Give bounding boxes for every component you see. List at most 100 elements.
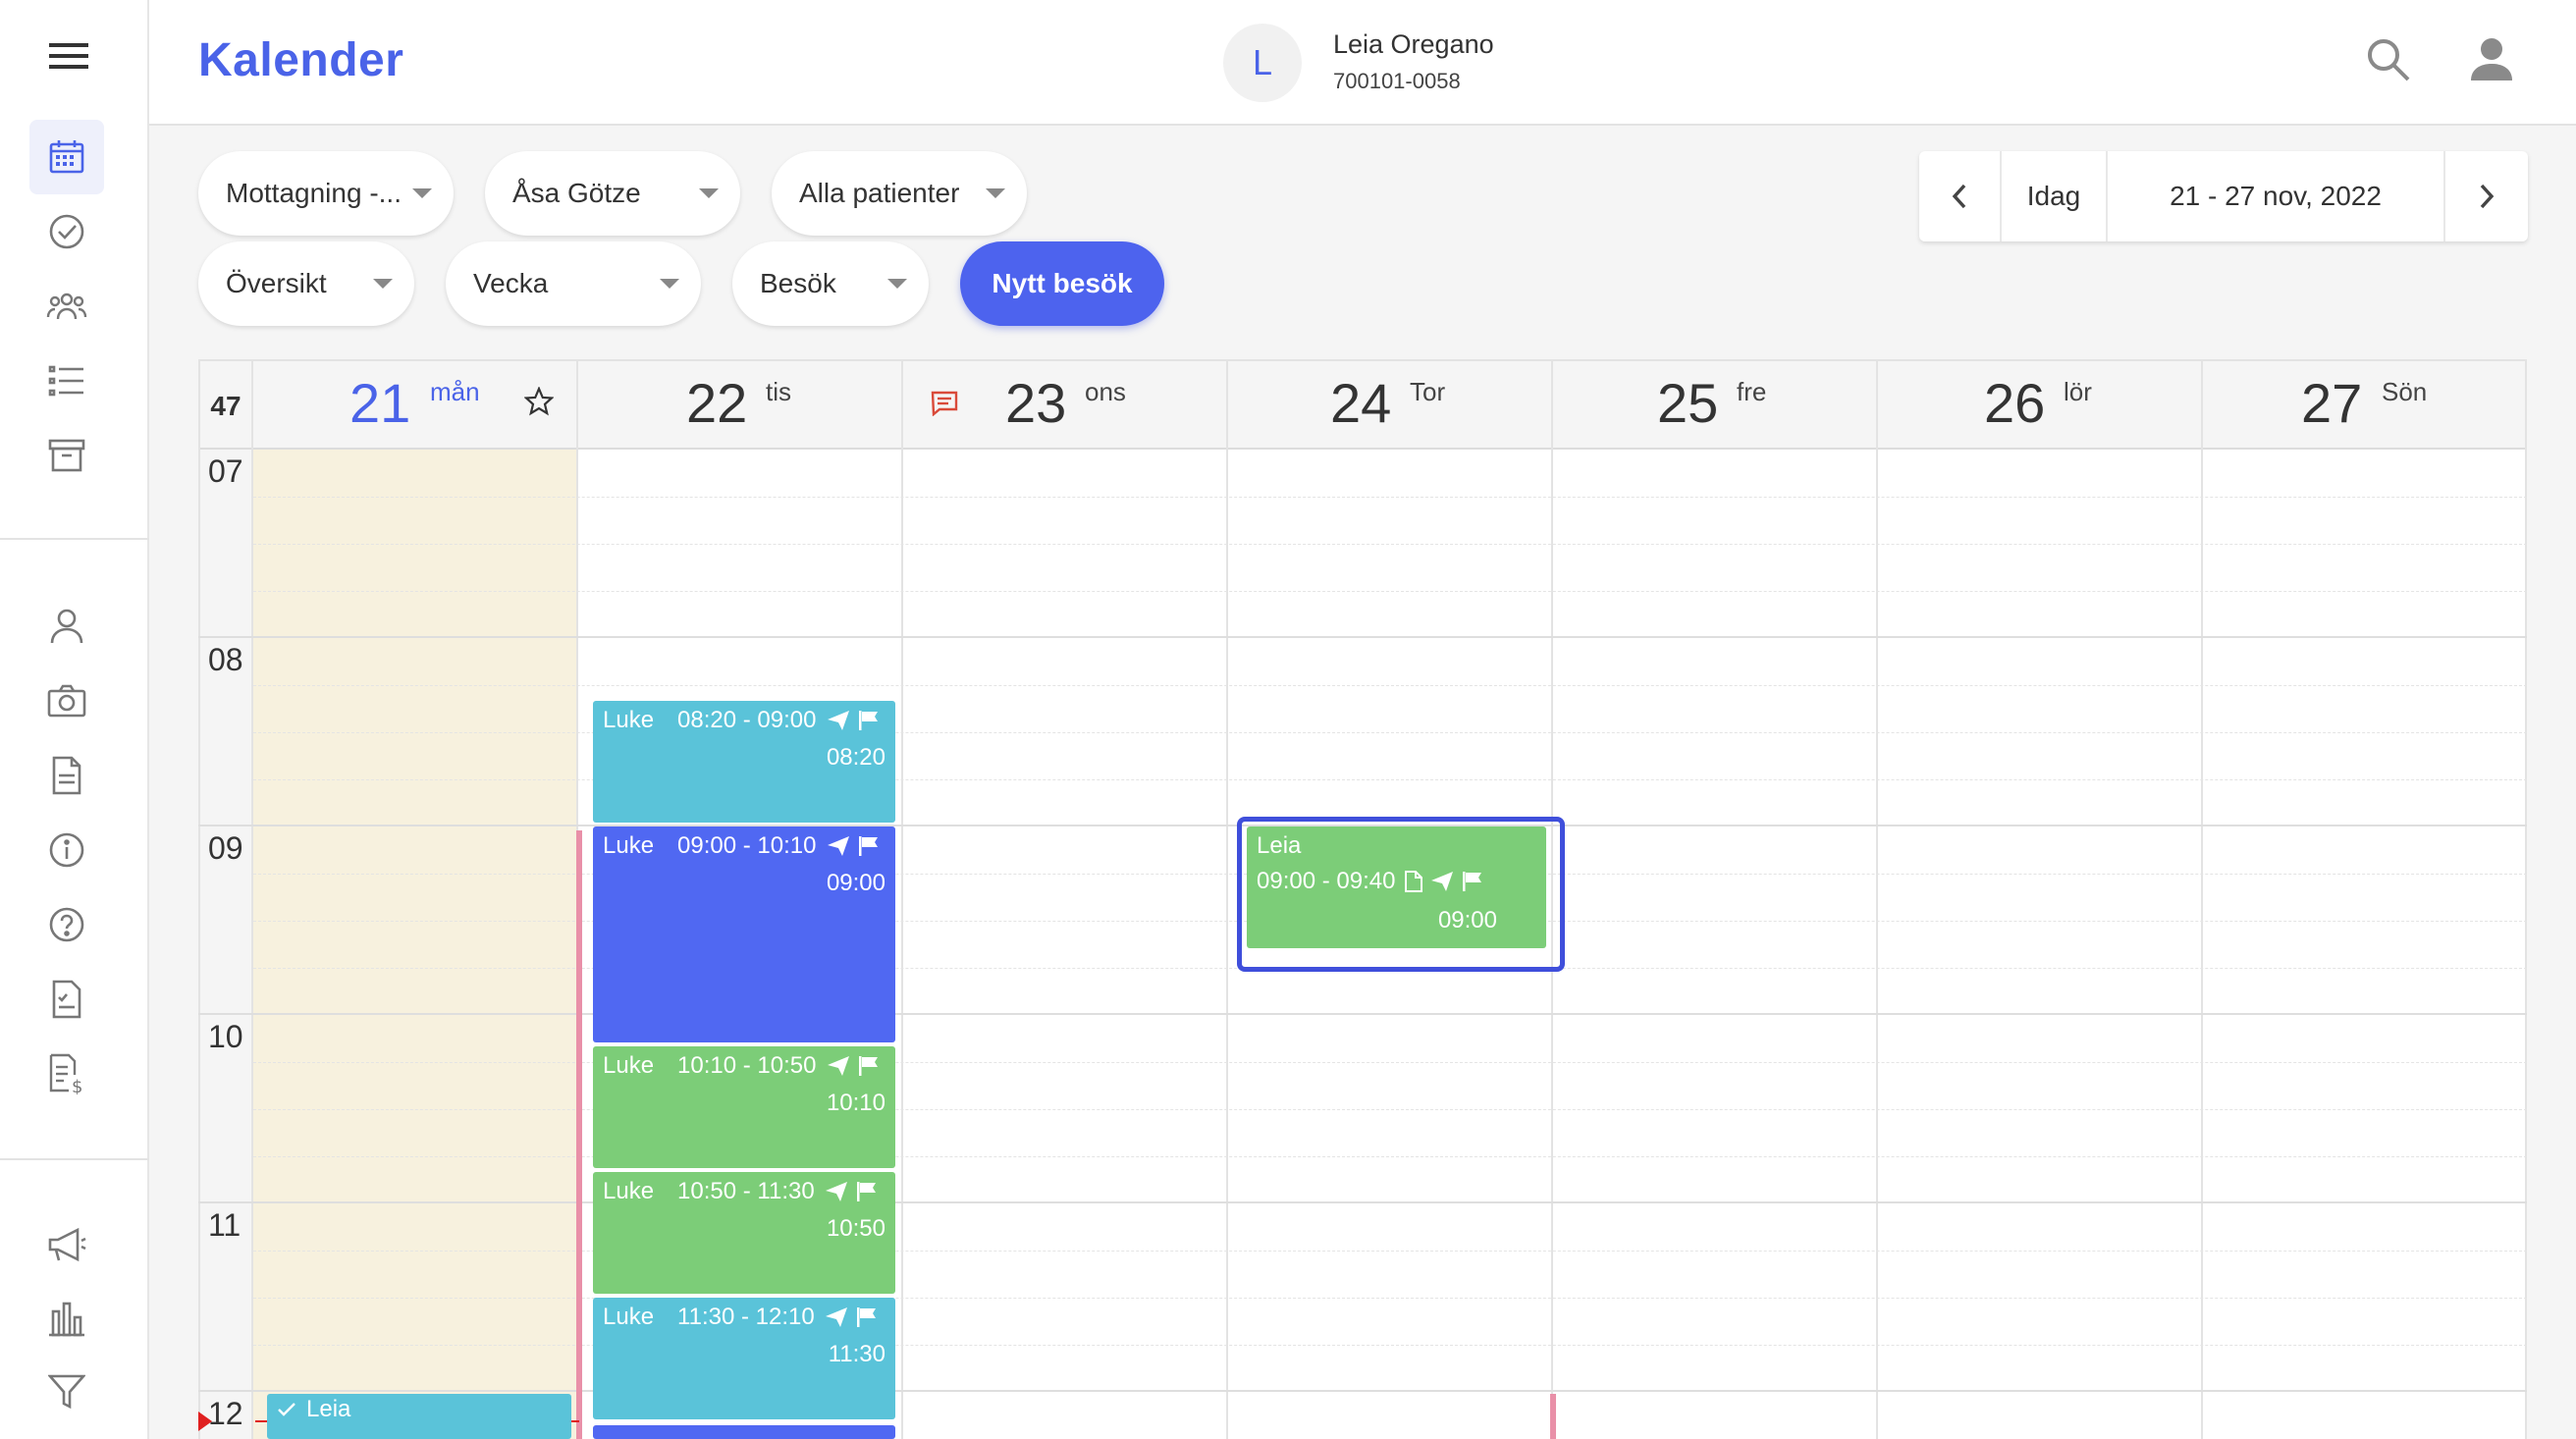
- person-icon[interactable]: [29, 589, 104, 664]
- day-number: 23: [1005, 372, 1067, 434]
- day-header-thu[interactable]: 24 Tor: [1228, 361, 1553, 452]
- appointment[interactable]: Leia: [267, 1394, 571, 1439]
- page-title: Kalender: [198, 34, 404, 86]
- info-icon[interactable]: [29, 813, 104, 887]
- archive-icon[interactable]: [29, 418, 104, 493]
- star-icon[interactable]: [524, 387, 554, 416]
- send-icon: [827, 836, 849, 856]
- megaphone-icon[interactable]: [29, 1207, 104, 1282]
- patient-name[interactable]: Leia Oregano: [1333, 29, 1494, 60]
- type-select[interactable]: Besök: [732, 241, 929, 326]
- day-name: lör: [2064, 377, 2092, 406]
- appointment-start: 10:50: [826, 1215, 886, 1242]
- calendar-icon[interactable]: [29, 120, 104, 194]
- day-name: Sön: [2382, 377, 2428, 406]
- flag-icon: [856, 1307, 876, 1327]
- filter-icon[interactable]: [29, 1355, 104, 1429]
- menu-icon[interactable]: [49, 41, 102, 80]
- patients-select[interactable]: Alla patienter: [772, 151, 1027, 236]
- group-icon[interactable]: [29, 269, 104, 344]
- appointment[interactable]: Luke 09:00 - 10:10 09:00: [593, 826, 895, 1042]
- camera-icon[interactable]: [29, 664, 104, 738]
- search-icon[interactable]: [2366, 37, 2411, 82]
- day-name: Tor: [1410, 377, 1446, 406]
- prev-week-button[interactable]: [1919, 151, 2002, 241]
- grid-line: [253, 685, 2527, 686]
- appointment[interactable]: Luke 10:10 - 10:50 10:10: [593, 1046, 895, 1168]
- account-icon[interactable]: [2470, 37, 2513, 82]
- svg-text:$: $: [72, 1077, 82, 1094]
- week-number: 47: [198, 361, 253, 452]
- day-header-sat[interactable]: 26 lör: [1878, 361, 2203, 452]
- reception-select-value: Mottagning -...: [226, 178, 402, 208]
- help-icon[interactable]: [29, 887, 104, 962]
- appointment-patient: Luke: [603, 707, 655, 733]
- booked-marker: [1550, 1394, 1556, 1439]
- patients-select-value: Alla patienter: [799, 178, 960, 208]
- comment-icon[interactable]: [931, 391, 958, 416]
- appointment[interactable]: Luke 08:20 - 09:00 08:20: [593, 701, 895, 823]
- day-column-mon[interactable]: [253, 450, 578, 1439]
- appointment[interactable]: Luke 11:30 - 12:10 11:30: [593, 1298, 895, 1419]
- appointment-time: 09:00 - 10:10: [677, 832, 817, 859]
- day-column-sat[interactable]: [1878, 450, 2203, 1439]
- calendar-grid: 07 08 09 10 11 12 Luke 08:20 - 09:00 08:2…: [198, 450, 2527, 1439]
- reception-select[interactable]: Mottagning -...: [198, 151, 454, 236]
- sidebar: $: [0, 0, 149, 1439]
- hour-line: [198, 636, 2527, 638]
- day-header-fri[interactable]: 25 fre: [1553, 361, 1878, 452]
- next-week-button[interactable]: [2445, 151, 2528, 241]
- appointment[interactable]: [593, 1425, 895, 1439]
- day-header-tue[interactable]: 22 tis: [578, 361, 903, 452]
- calendar-header: 47 21 mån 22 tis 23 ons 24 Tor 25 fre 26…: [198, 359, 2527, 452]
- period-select[interactable]: Vecka: [446, 241, 701, 326]
- document-icon[interactable]: [29, 738, 104, 813]
- grid-line: [253, 544, 2527, 545]
- appointment-patient: Luke: [603, 1052, 655, 1079]
- appointment[interactable]: Luke 10:50 - 11:30 10:50: [593, 1172, 895, 1294]
- chevron-down-icon: [887, 279, 907, 289]
- appointment-selected[interactable]: Leia 09:00 - 09:40 09:00: [1247, 826, 1546, 948]
- day-column-wed[interactable]: [903, 450, 1228, 1439]
- day-header-sun[interactable]: 27 Sön: [2203, 361, 2527, 452]
- hour-label: 08: [208, 642, 243, 677]
- time-column: [198, 450, 253, 1439]
- chevron-right-icon: [2480, 184, 2495, 209]
- view-select[interactable]: Översikt: [198, 241, 414, 326]
- day-header-mon[interactable]: 21 mån: [253, 361, 578, 452]
- chevron-down-icon: [373, 279, 393, 289]
- patient-avatar[interactable]: L: [1223, 24, 1302, 102]
- date-range[interactable]: 21 - 27 nov, 2022: [2108, 151, 2445, 241]
- day-header-wed[interactable]: 23 ons: [903, 361, 1228, 452]
- form-document-icon[interactable]: [29, 962, 104, 1037]
- day-number: 26: [1984, 372, 2046, 434]
- appointment-patient: Leia: [1257, 832, 1302, 859]
- new-visit-button[interactable]: Nytt besök: [960, 241, 1164, 326]
- appointment-start: 08:20: [826, 744, 886, 771]
- week-calendar: 47 21 mån 22 tis 23 ons 24 Tor 25 fre 26…: [198, 359, 2527, 1439]
- chevron-left-icon: [1952, 184, 1966, 209]
- grid-line: [253, 497, 2527, 498]
- document-icon: [1405, 871, 1423, 892]
- sidebar-divider: [0, 1158, 149, 1160]
- hour-line: [198, 1201, 2527, 1203]
- day-column-sun[interactable]: [2203, 450, 2527, 1439]
- list-icon[interactable]: [29, 344, 104, 418]
- today-button[interactable]: Idag: [2002, 151, 2108, 241]
- date-navigator: Idag 21 - 27 nov, 2022: [1919, 151, 2528, 241]
- appointment-start: 09:00: [826, 870, 886, 896]
- appointment-time: 10:50 - 11:30: [677, 1178, 815, 1204]
- period-select-value: Vecka: [473, 268, 549, 298]
- appointment-patient: Luke: [603, 1304, 655, 1330]
- invoice-icon[interactable]: $: [29, 1037, 104, 1111]
- appointment-patient: Luke: [603, 1178, 655, 1204]
- check-circle-icon[interactable]: [29, 194, 104, 269]
- send-icon: [827, 711, 849, 730]
- current-time-arrow: [198, 1412, 212, 1431]
- day-column-fri[interactable]: [1553, 450, 1878, 1439]
- send-icon: [825, 1307, 847, 1327]
- type-select-value: Besök: [760, 268, 836, 298]
- practitioner-select[interactable]: Åsa Götze: [485, 151, 740, 236]
- booked-marker: [576, 830, 582, 1439]
- bar-chart-icon[interactable]: [29, 1282, 104, 1357]
